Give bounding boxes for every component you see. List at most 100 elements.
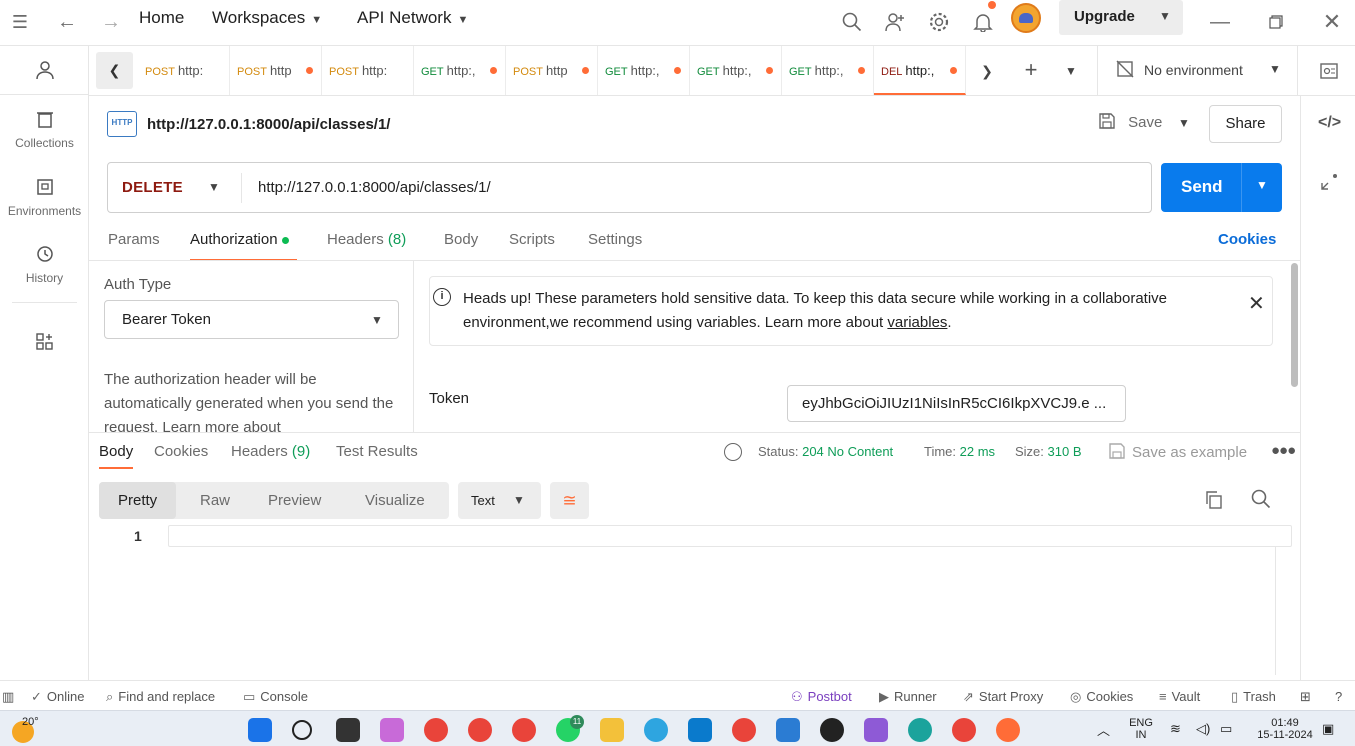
- notification-bell-icon[interactable]: [969, 8, 997, 36]
- show-hidden-icons[interactable]: ︿: [1097, 720, 1110, 739]
- notifications-center-icon[interactable]: ▣: [1322, 721, 1334, 737]
- save-options-chevron-icon[interactable]: ▼: [1178, 116, 1190, 130]
- code-snippet-icon[interactable]: </>: [1318, 114, 1341, 136]
- tab-body[interactable]: Body: [444, 231, 478, 261]
- wifi-icon[interactable]: ≋: [1170, 721, 1181, 737]
- network-globe-icon[interactable]: [724, 443, 742, 461]
- tab-request[interactable]: DEL http:,: [874, 46, 966, 95]
- volume-icon[interactable]: ◁): [1196, 721, 1210, 737]
- runner-button[interactable]: ▶ Runner: [879, 689, 937, 705]
- chrome-profile-icon[interactable]: [468, 718, 492, 742]
- hamburger-menu-icon[interactable]: ☰: [6, 8, 34, 36]
- save-button[interactable]: Save: [1098, 112, 1162, 136]
- scroll-tabs-left-button[interactable]: ❮: [96, 52, 133, 89]
- two-pane-view-icon[interactable]: ⊞: [1300, 689, 1311, 705]
- clock[interactable]: 01:49 15-11-2024: [1252, 717, 1318, 741]
- cookies-link[interactable]: Cookies: [1218, 231, 1276, 248]
- account-icon[interactable]: [0, 60, 89, 83]
- help-icon[interactable]: ?: [1335, 689, 1342, 704]
- send-options-chevron-icon[interactable]: ▼: [1256, 178, 1268, 192]
- restore-window-icon[interactable]: [1262, 8, 1290, 36]
- chevron-right-icon[interactable]: ❯: [973, 57, 1001, 85]
- api-network-menu[interactable]: API Network ▼: [357, 8, 468, 28]
- response-body-editor[interactable]: [168, 525, 1292, 547]
- share-button[interactable]: Share: [1209, 105, 1282, 143]
- avatar[interactable]: [1011, 3, 1041, 33]
- start-proxy-button[interactable]: ⇗ Start Proxy: [963, 689, 1043, 705]
- language-indicator[interactable]: ENG IN: [1128, 717, 1154, 741]
- response-tab-cookies[interactable]: Cookies: [154, 443, 208, 469]
- tab-request[interactable]: POST http:: [138, 46, 230, 95]
- console-button[interactable]: ▭ Console: [243, 689, 308, 705]
- visual-studio-icon[interactable]: [864, 718, 888, 742]
- chrome-icon[interactable]: [424, 718, 448, 742]
- send-button[interactable]: Send ▼: [1161, 163, 1282, 212]
- wrap-lines-icon[interactable]: ≅: [550, 482, 589, 519]
- tab-settings[interactable]: Settings: [588, 231, 642, 261]
- view-pretty[interactable]: Pretty: [99, 482, 177, 519]
- sidebar-item-environments[interactable]: Environments: [0, 178, 89, 218]
- add-workbench-icon[interactable]: [0, 332, 89, 355]
- settings-gear-icon[interactable]: [925, 8, 953, 36]
- more-options-icon[interactable]: ●●●: [1271, 442, 1296, 459]
- response-tab-body[interactable]: Body: [99, 443, 134, 469]
- format-select[interactable]: Text ▼: [458, 482, 541, 519]
- minimize-icon[interactable]: —: [1206, 8, 1234, 36]
- telegram-icon[interactable]: [644, 718, 668, 742]
- postbot-button[interactable]: ⚇ Postbot: [791, 689, 852, 705]
- cookies-button[interactable]: ◎ Cookies: [1070, 689, 1133, 705]
- close-icon[interactable]: ✕: [1248, 291, 1265, 316]
- tab-params[interactable]: Params: [108, 231, 160, 261]
- tab-request[interactable]: GET http:,: [598, 46, 690, 95]
- chrome-profile-4-icon[interactable]: [952, 718, 976, 742]
- back-arrow-icon[interactable]: ←: [53, 8, 81, 36]
- forward-arrow-icon[interactable]: →: [97, 8, 125, 36]
- tab-scripts[interactable]: Scripts: [509, 231, 555, 261]
- toggle-sidebar-icon[interactable]: ▥: [2, 689, 14, 705]
- edge-icon[interactable]: [908, 718, 932, 742]
- upgrade-button[interactable]: Upgrade ▼: [1059, 0, 1183, 35]
- vscode-icon[interactable]: [688, 718, 712, 742]
- copilot-icon[interactable]: [380, 718, 404, 742]
- media-player-icon[interactable]: [820, 718, 844, 742]
- response-tab-headers[interactable]: Headers (9): [231, 443, 310, 469]
- tab-request[interactable]: POST http:: [322, 46, 414, 95]
- method-select[interactable]: DELETE: [122, 179, 183, 196]
- variables-link[interactable]: variables: [887, 314, 947, 331]
- invite-user-icon[interactable]: [881, 8, 909, 36]
- tab-request[interactable]: GET http:,: [690, 46, 782, 95]
- chevron-down-icon[interactable]: ▼: [1159, 9, 1171, 23]
- file-explorer-icon[interactable]: [600, 718, 624, 742]
- vertical-scrollbar[interactable]: [1291, 263, 1298, 387]
- tab-request[interactable]: POST http: [506, 46, 598, 95]
- chrome-profile-3-icon[interactable]: [732, 718, 756, 742]
- chrome-profile-2-icon[interactable]: [512, 718, 536, 742]
- home-link[interactable]: Home: [139, 8, 184, 28]
- vault-button[interactable]: ≡ Vault: [1159, 689, 1200, 704]
- response-status[interactable]: Status: 204 No Content: [758, 444, 893, 459]
- response-size[interactable]: Size: 310 B: [1015, 444, 1082, 459]
- tab-request[interactable]: POST http: [230, 46, 322, 95]
- windows-start-icon[interactable]: [248, 718, 272, 742]
- sidebar-item-collections[interactable]: Collections: [0, 110, 89, 150]
- tab-headers[interactable]: Headers (8): [327, 231, 406, 261]
- trash-button[interactable]: ▯ Trash: [1231, 689, 1276, 705]
- view-visualize[interactable]: Visualize: [365, 482, 425, 519]
- token-input[interactable]: eyJhbGciOiJIUzI1NiIsInR5cCI6IkpXVCJ9.e .…: [787, 385, 1126, 422]
- close-window-icon[interactable]: ✕: [1318, 8, 1346, 36]
- expand-arrows-icon[interactable]: [1318, 172, 1340, 194]
- auth-type-select[interactable]: Bearer Token ▼: [104, 300, 399, 339]
- sidebar-item-history[interactable]: History: [0, 245, 89, 285]
- notepad-icon[interactable]: [776, 718, 800, 742]
- search-icon[interactable]: [838, 8, 866, 36]
- tab-authorization[interactable]: Authorization: [190, 231, 297, 261]
- url-input[interactable]: http://127.0.0.1:8000/api/classes/1/: [258, 179, 491, 196]
- view-raw[interactable]: Raw: [200, 482, 230, 519]
- environment-quick-look-icon[interactable]: [1315, 57, 1343, 85]
- tabs-chevron-down-icon[interactable]: ▼: [1057, 57, 1085, 85]
- view-preview[interactable]: Preview: [268, 482, 321, 519]
- find-replace-button[interactable]: ⌕ Find and replace: [106, 689, 215, 705]
- online-status[interactable]: ✓ Online: [31, 689, 84, 705]
- battery-icon[interactable]: ▭: [1220, 721, 1232, 737]
- task-view-icon[interactable]: [336, 718, 360, 742]
